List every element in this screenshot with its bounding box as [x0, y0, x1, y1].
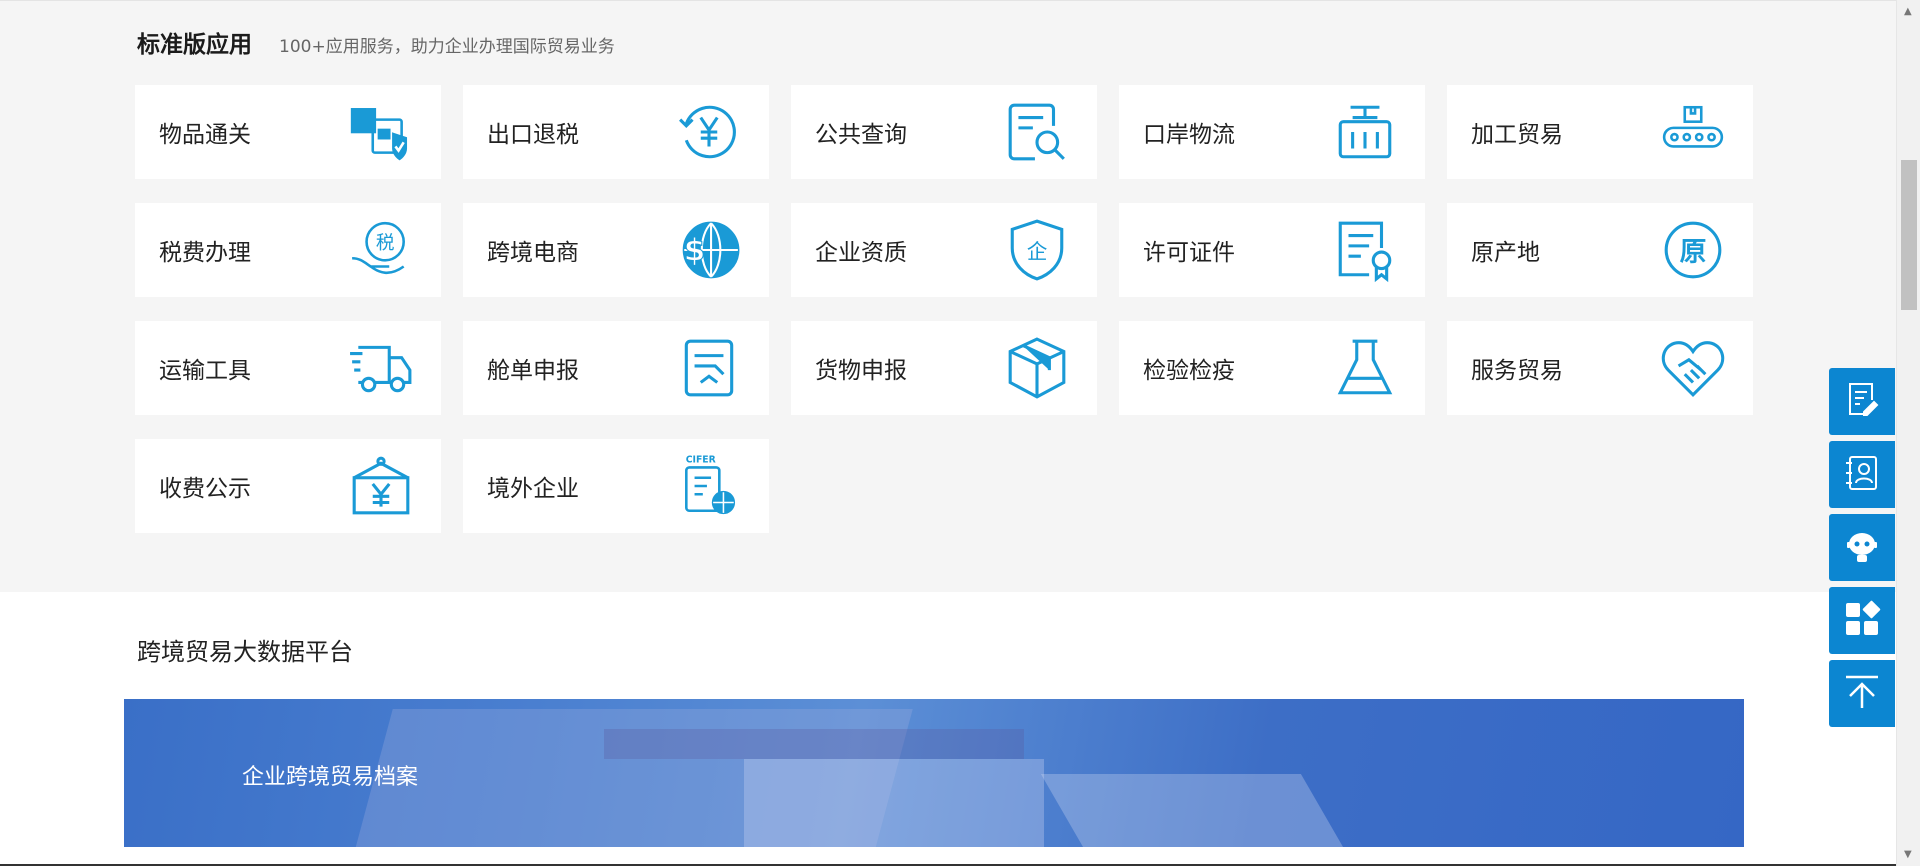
apps-grid-button[interactable] — [1829, 587, 1895, 654]
banner-container-graphic — [1040, 774, 1348, 847]
app-card-overseas-enterprise[interactable]: 境外企业 CIFER — [463, 439, 769, 533]
enterprise-shield-icon: 企 — [1003, 216, 1071, 284]
app-card-label: 运输工具 — [159, 358, 251, 384]
section-subtitle: 100+应用服务，助力企业办理国际贸易业务 — [279, 37, 615, 57]
parcel-shield-icon — [347, 98, 415, 166]
app-card-label: 企业资质 — [815, 240, 907, 266]
app-card-label: 口岸物流 — [1143, 122, 1235, 148]
app-card-export-tax-refund[interactable]: 出口退税 — [463, 85, 769, 179]
app-card-inspection-quarantine[interactable]: 检验检疫 — [1119, 321, 1425, 415]
app-card-enterprise-qualification[interactable]: 企业资质 企 — [791, 203, 1097, 297]
truck-icon — [347, 334, 415, 402]
banner-label: 企业跨境贸易档案 — [242, 765, 419, 790]
app-card-manifest-declaration[interactable]: 舱单申报 — [463, 321, 769, 415]
app-card-goods-clearance[interactable]: 物品通关 — [135, 85, 441, 179]
contacts-icon — [1842, 453, 1882, 497]
enterprise-archive-banner[interactable]: 企业跨境贸易档案 — [124, 699, 1744, 847]
origin-circle-icon: 原 — [1659, 216, 1727, 284]
back-to-top-button[interactable] — [1829, 660, 1895, 727]
app-card-label: 境外企业 — [487, 476, 579, 502]
app-card-label: 跨境电商 — [487, 240, 579, 266]
app-card-tax-handling[interactable]: 税费办理 税 — [135, 203, 441, 297]
tax-hand-icon: 税 — [347, 216, 415, 284]
app-card-label: 舱单申报 — [487, 358, 579, 384]
svg-text:税: 税 — [376, 233, 395, 254]
contacts-button[interactable] — [1829, 441, 1895, 508]
standard-apps-section: 标准版应用 100+应用服务，助力企业办理国际贸易业务 物品通关 出口退税 公共… — [0, 0, 1896, 592]
edit-document-icon — [1842, 380, 1882, 424]
svg-text:原: 原 — [1680, 236, 1707, 267]
flask-icon — [1331, 334, 1399, 402]
app-card-label: 公共查询 — [815, 122, 907, 148]
big-data-title: 跨境贸易大数据平台 — [137, 638, 353, 666]
section-title: 标准版应用 — [137, 32, 252, 58]
app-card-origin[interactable]: 原产地 原 — [1447, 203, 1753, 297]
app-card-label: 出口退税 — [487, 122, 579, 148]
app-card-label: 服务贸易 — [1471, 358, 1563, 384]
app-card-label: 许可证件 — [1143, 240, 1235, 266]
edit-document-button[interactable] — [1829, 368, 1895, 435]
banner-container-graphic — [604, 729, 1024, 759]
app-card-cargo-declaration[interactable]: 货物申报 — [791, 321, 1097, 415]
app-card-label: 物品通关 — [159, 122, 251, 148]
app-card-processing-trade[interactable]: 加工贸易 — [1447, 85, 1753, 179]
svg-text:CIFER: CIFER — [686, 454, 716, 465]
dollar-globe-icon: $ — [675, 216, 743, 284]
apps-grid-icon — [1842, 599, 1882, 643]
scroll-down-arrow-icon[interactable]: ▼ — [1904, 849, 1912, 860]
yen-refund-icon — [675, 98, 743, 166]
manifest-icon — [675, 334, 743, 402]
certificate-icon — [1331, 216, 1399, 284]
app-card-label: 税费办理 — [159, 240, 251, 266]
app-card-label: 货物申报 — [815, 358, 907, 384]
scroll-up-arrow-icon[interactable]: ▲ — [1904, 6, 1912, 17]
heart-handshake-icon — [1659, 334, 1727, 402]
app-card-service-trade[interactable]: 服务贸易 — [1447, 321, 1753, 415]
page-scrollbar[interactable]: ▲ ▼ — [1896, 0, 1920, 866]
app-card-port-logistics[interactable]: 口岸物流 — [1119, 85, 1425, 179]
big-data-section: 跨境贸易大数据平台 企业跨境贸易档案 — [0, 592, 1896, 866]
robot-assistant-icon — [1842, 526, 1882, 570]
section-header: 标准版应用 100+应用服务，助力企业办理国际贸易业务 — [137, 25, 615, 59]
floating-toolbar — [1829, 368, 1895, 733]
app-card-cross-border-ecommerce[interactable]: 跨境电商 $ — [463, 203, 769, 297]
document-search-icon — [1003, 98, 1071, 166]
shopping-basket-icon — [1331, 98, 1399, 166]
app-card-label: 收费公示 — [159, 476, 251, 502]
app-card-label: 原产地 — [1471, 240, 1540, 266]
app-card-transport-vehicles[interactable]: 运输工具 — [135, 321, 441, 415]
svg-text:$: $ — [684, 232, 706, 268]
robot-assistant-button[interactable] — [1829, 514, 1895, 581]
conveyor-belt-icon — [1659, 98, 1727, 166]
cargo-box-icon — [1003, 334, 1071, 402]
yen-sign-board-icon — [347, 452, 415, 520]
scroll-thumb[interactable] — [1901, 160, 1917, 310]
app-card-label: 检验检疫 — [1143, 358, 1235, 384]
app-card-license-documents[interactable]: 许可证件 — [1119, 203, 1425, 297]
banner-container-graphic — [744, 759, 1044, 847]
cifer-clipboard-icon: CIFER — [675, 452, 743, 520]
app-grid: 物品通关 出口退税 公共查询 口岸物流 加工贸易 税费办理 税 跨境电商 $ 企… — [135, 85, 1755, 533]
app-card-public-inquiry[interactable]: 公共查询 — [791, 85, 1097, 179]
app-card-fee-publicity[interactable]: 收费公示 — [135, 439, 441, 533]
app-card-label: 加工贸易 — [1471, 122, 1563, 148]
back-to-top-icon — [1842, 672, 1882, 716]
svg-text:企: 企 — [1027, 239, 1048, 263]
